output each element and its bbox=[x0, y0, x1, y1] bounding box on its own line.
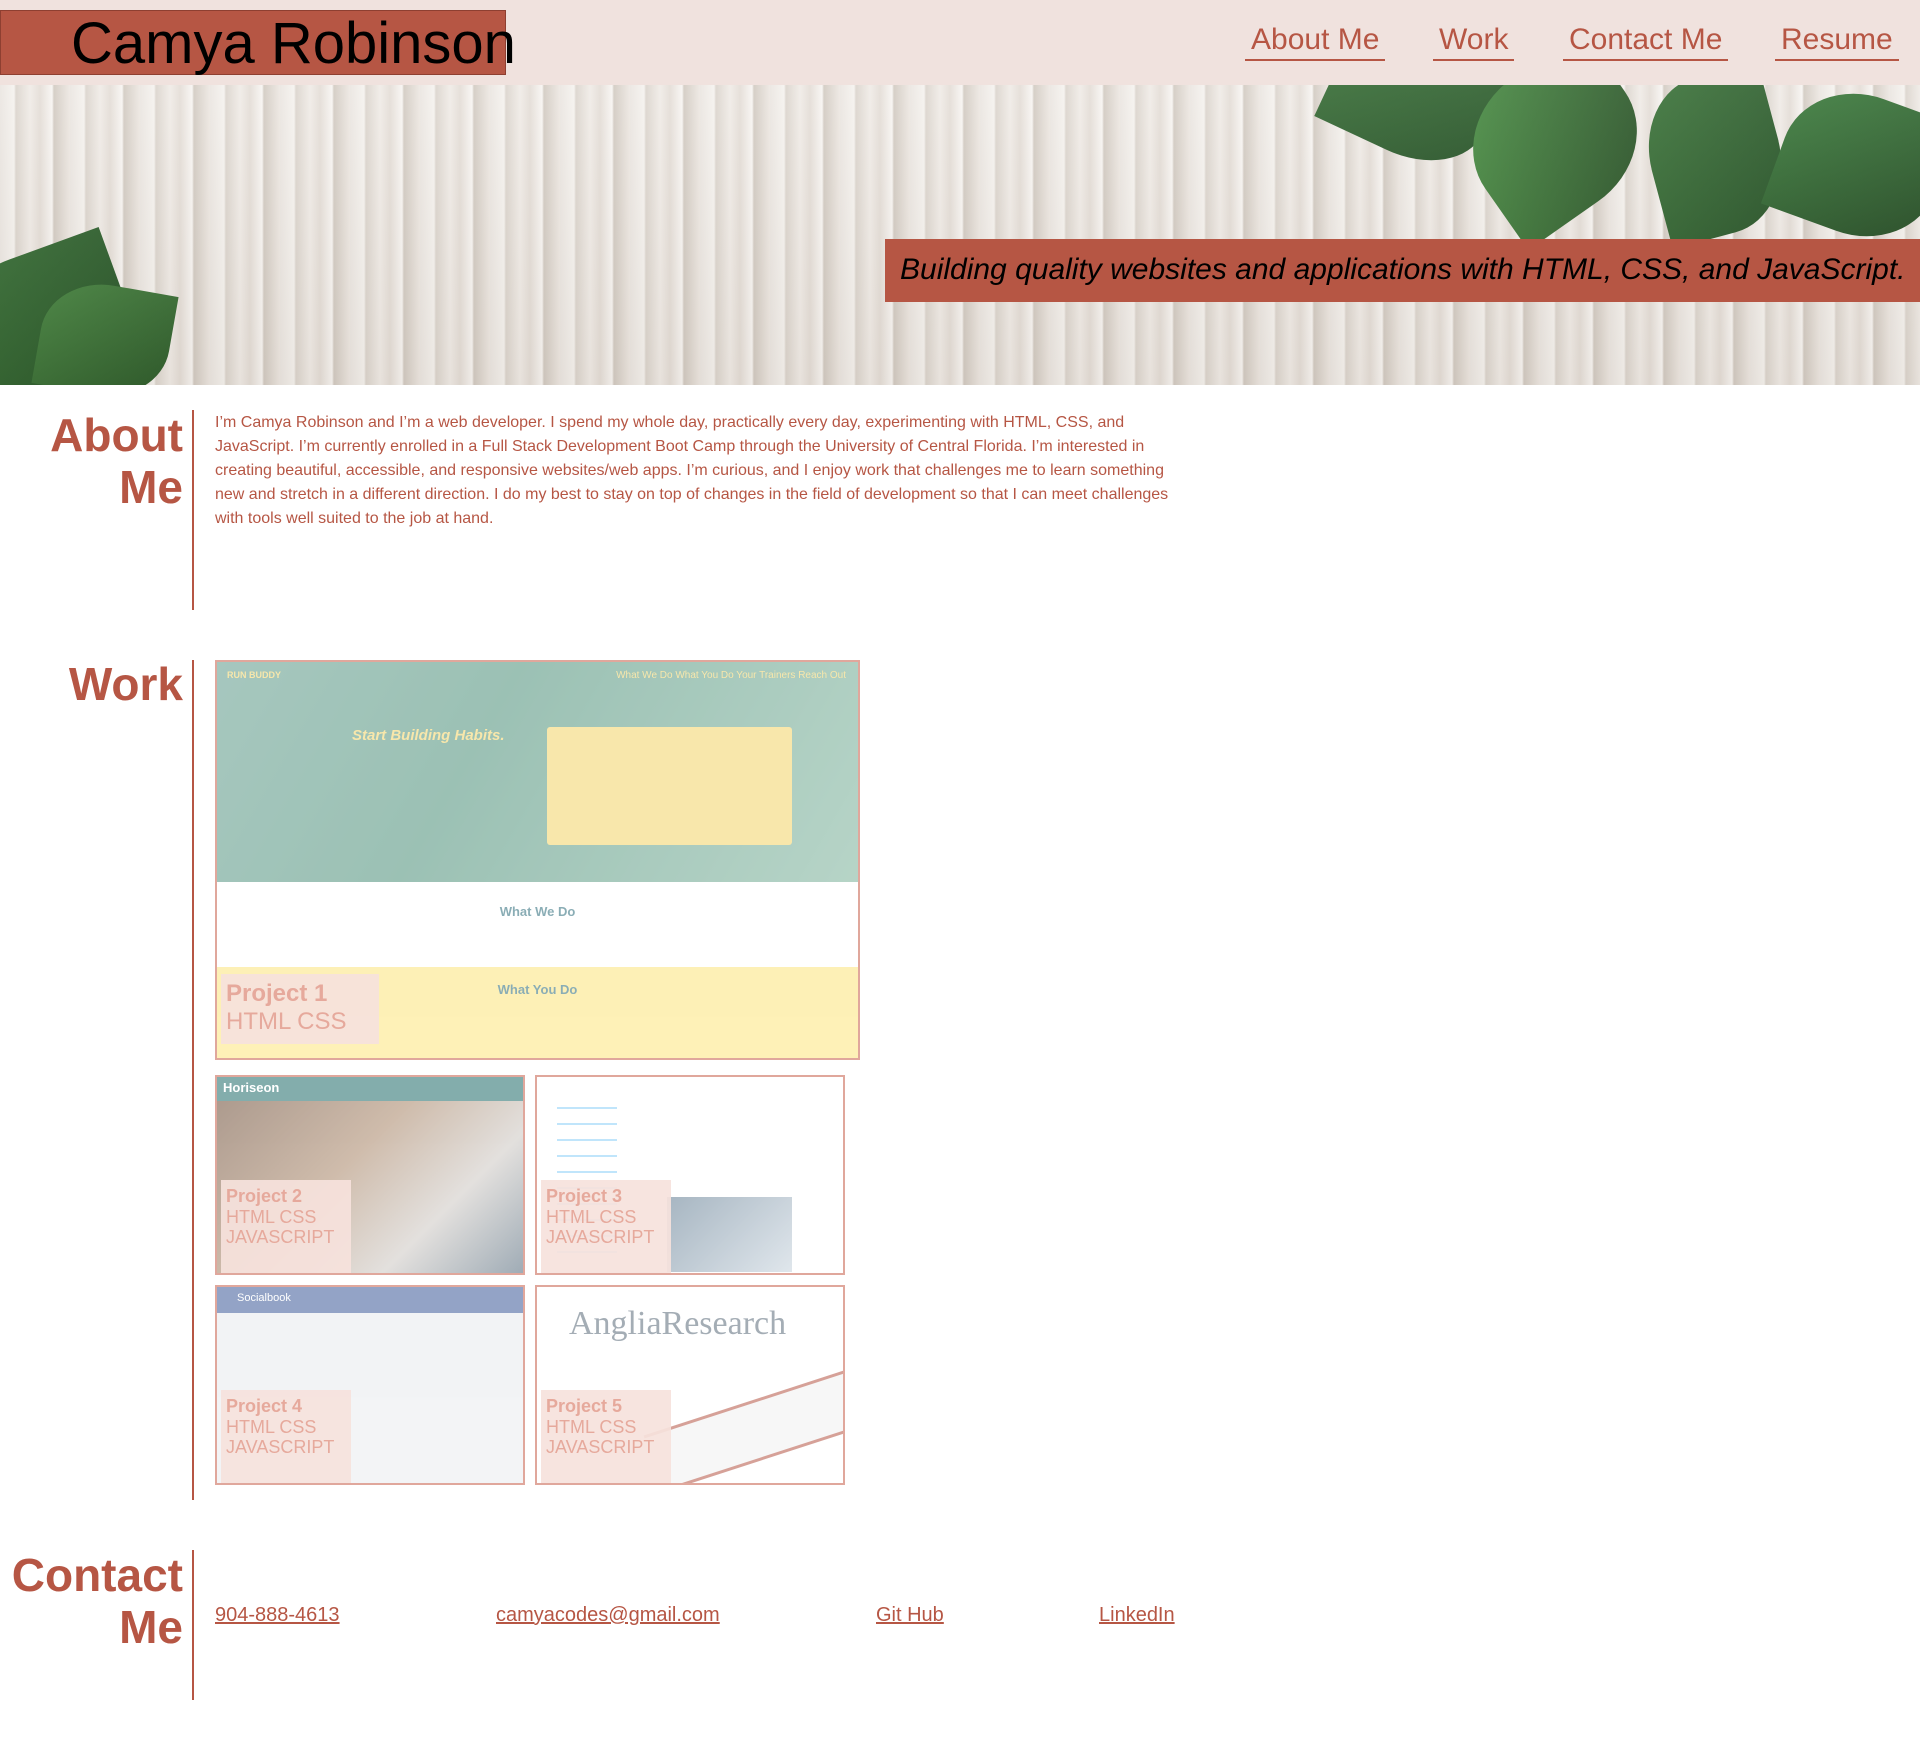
project-name: Project 2 bbox=[226, 1186, 303, 1206]
project-name: Project 1 bbox=[226, 980, 328, 1007]
project-tech-js: JAVASCRIPT bbox=[226, 1227, 335, 1248]
contact-title-line2: Me bbox=[119, 1601, 183, 1653]
run-buddy-nav: What We Do What You Do Your Trainers Rea… bbox=[616, 670, 846, 681]
project-card-3[interactable]: Project 3 HTML CSS JAVASCRIPT bbox=[535, 1075, 845, 1275]
work-divider bbox=[192, 660, 194, 1500]
project-tech: HTML CSS bbox=[226, 1206, 317, 1227]
anglia-research-logo: AngliaResearch bbox=[569, 1305, 787, 1342]
project-tech: HTML CSS bbox=[226, 1416, 317, 1437]
project-tech-js: JAVASCRIPT bbox=[546, 1227, 655, 1248]
project-tech-js: JAVASCRIPT bbox=[226, 1437, 335, 1458]
project-tech-js: JAVASCRIPT bbox=[546, 1437, 655, 1458]
project-tech: HTML CSS bbox=[546, 1416, 637, 1437]
project-name: Project 3 bbox=[546, 1186, 623, 1206]
project-card-5[interactable]: AngliaResearch Project 5 HTML CSS JAVASC… bbox=[535, 1285, 845, 1485]
about-section-title: About Me bbox=[50, 409, 183, 513]
email-link[interactable]: camyacodes@gmail.com bbox=[496, 1603, 720, 1627]
work-section-title: Work bbox=[68, 658, 183, 710]
nav-link-resume[interactable]: Resume bbox=[1775, 22, 1899, 61]
project-card-4[interactable]: Socialbook Project 4 HTML CSS JAVASCRIPT bbox=[215, 1285, 525, 1485]
nav-link-about-me[interactable]: About Me bbox=[1245, 22, 1386, 61]
project-caption: Project 1 HTML CSS bbox=[221, 974, 379, 1044]
site-header: Camya Robinson About Me Work Contact Me … bbox=[0, 0, 1920, 85]
project-name: Project 5 bbox=[546, 1396, 623, 1416]
project-caption: Project 4 HTML CSS JAVASCRIPT bbox=[221, 1390, 351, 1483]
run-buddy-headline: Start Building Habits. bbox=[352, 727, 505, 744]
project-card-1[interactable]: RUN BUDDY What We Do What You Do Your Tr… bbox=[215, 660, 860, 1060]
about-paragraph: I’m Camya Robinson and I’m a web develop… bbox=[215, 414, 1169, 527]
project-caption: Project 5 HTML CSS JAVASCRIPT bbox=[541, 1390, 671, 1483]
about-title-line1: About bbox=[50, 409, 183, 461]
project-name: Project 4 bbox=[226, 1396, 303, 1416]
project-tech: HTML CSS bbox=[546, 1206, 637, 1227]
project-caption: Project 3 HTML CSS JAVASCRIPT bbox=[541, 1180, 671, 1273]
site-name: Camya Robinson bbox=[71, 11, 516, 76]
nav-link-contact-me[interactable]: Contact Me bbox=[1563, 22, 1729, 61]
github-link[interactable]: Git Hub bbox=[876, 1603, 944, 1627]
hero-overlay bbox=[0, 85, 1920, 385]
hero-tagline: Building quality websites and applicatio… bbox=[900, 253, 1906, 286]
hero-banner bbox=[0, 85, 1920, 385]
about-title-line2: Me bbox=[119, 461, 183, 513]
contact-divider bbox=[192, 1550, 194, 1700]
horiseon-logo: Horiseon bbox=[223, 1080, 280, 1095]
run-buddy-section-heading: What We Do bbox=[499, 904, 576, 919]
contact-title-line1: Contact bbox=[11, 1549, 183, 1601]
run-buddy-logo: RUN BUDDY bbox=[227, 670, 281, 680]
project-tech: HTML CSS bbox=[226, 1007, 347, 1035]
about-divider bbox=[192, 410, 194, 610]
phone-link[interactable]: 904-888-4613 bbox=[215, 1603, 340, 1627]
nav-link-work[interactable]: Work bbox=[1433, 22, 1515, 61]
linkedin-link[interactable]: LinkedIn bbox=[1099, 1603, 1175, 1627]
hero-tagline-box: Building quality websites and applicatio… bbox=[885, 239, 1920, 302]
project-card-2[interactable]: Horiseon Project 2 HTML CSS JAVASCRIPT bbox=[215, 1075, 525, 1275]
contact-section-title: Contact Me bbox=[12, 1549, 183, 1653]
site-name-banner: Camya Robinson bbox=[0, 10, 516, 75]
project-caption: Project 2 HTML CSS JAVASCRIPT bbox=[221, 1180, 351, 1273]
socialbook-logo: Socialbook bbox=[237, 1292, 291, 1304]
